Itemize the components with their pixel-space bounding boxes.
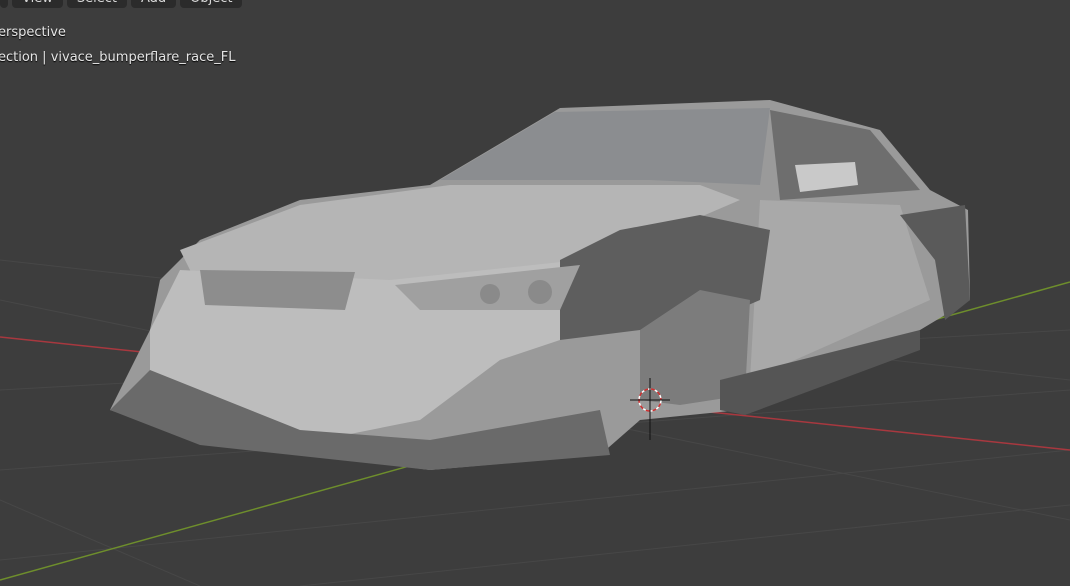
3d-viewport[interactable]: View Select Add Object erspective ection…	[0, 0, 1070, 586]
menu-view[interactable]: View	[12, 0, 63, 8]
menu-object[interactable]: Object	[180, 0, 243, 8]
viewport-header-menu: View Select Add Object	[0, 0, 243, 8]
menu-add[interactable]: Add	[130, 0, 177, 8]
menu-select[interactable]: Select	[66, 0, 127, 8]
menu-mode-button[interactable]	[0, 0, 8, 8]
viewport-scene	[0, 100, 1070, 586]
view-mode-label: erspective	[0, 25, 66, 40]
collection-object-label: ection | vivace_bumperflare_race_FL	[0, 50, 236, 65]
car-model	[110, 100, 970, 470]
